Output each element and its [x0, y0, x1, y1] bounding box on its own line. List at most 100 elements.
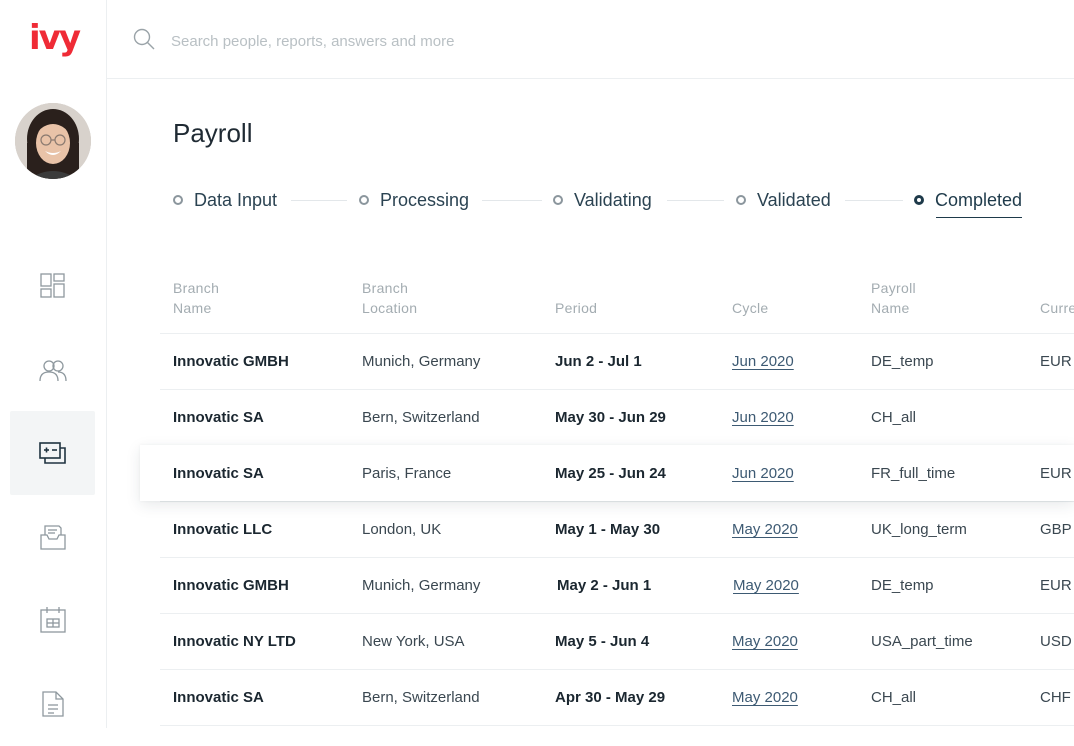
cycle-link[interactable]: Jun 2020 [732, 446, 794, 501]
nav-dashboard[interactable] [10, 244, 95, 328]
nav-documents[interactable] [10, 495, 95, 579]
cycle-link[interactable]: Jun 2020 [732, 334, 794, 389]
header-line: Branch [173, 280, 220, 296]
table-row[interactable]: Innovatic NY LTD New York, USA May 5 - J… [160, 613, 1074, 669]
step-label: Processing [380, 189, 470, 210]
cell-branch-location: Munich, Germany [362, 353, 481, 370]
nav-people[interactable] [10, 328, 95, 412]
column-header-branch-name[interactable]: Branch Name [173, 278, 219, 318]
cell-period: May 2 - Jun 1 [557, 577, 652, 594]
cell-branch-location: Bern, Switzerland [362, 409, 480, 426]
cell-currency: EUR [1040, 465, 1072, 482]
column-header-payroll-name[interactable]: Payroll Name [871, 278, 916, 318]
cell-branch-name: Innovatic GMBH [173, 577, 289, 594]
step-validating[interactable]: Validating [553, 188, 652, 212]
cell-branch-name: Innovatic SA [173, 689, 264, 706]
cell-currency: EUR [1040, 353, 1072, 370]
search-input[interactable] [171, 28, 671, 54]
cell-payroll-name: UK_long_term [871, 521, 967, 538]
payroll-table: Innovatic GMBH Munich, Germany Jun 2 - J… [140, 333, 1074, 726]
cell-branch-location: Munich, Germany [362, 577, 481, 594]
cycle-link[interactable]: May 2020 [732, 502, 798, 557]
cell-currency: GBP [1040, 521, 1072, 538]
column-header-currency[interactable]: Curre [1040, 298, 1074, 318]
step-completed[interactable]: Completed [914, 188, 1023, 218]
step-connector [291, 200, 347, 201]
cell-currency: CHF [1040, 689, 1071, 706]
documents-tray-icon [39, 525, 66, 550]
step-connector [845, 200, 903, 201]
header-line: Payroll [871, 280, 916, 296]
cell-branch-name: Innovatic GMBH [173, 353, 289, 370]
cell-payroll-name: CH_all [871, 689, 917, 706]
cell-branch-location: Paris, France [362, 465, 452, 482]
cell-period: Apr 30 - May 29 [555, 689, 666, 706]
table-row[interactable]: Innovatic GMBH Munich, Germany Jun 2 - J… [160, 333, 1074, 389]
table-row[interactable]: Innovatic SA Bern, Switzerland Apr 30 - … [160, 669, 1074, 726]
step-label: Data Input [194, 189, 278, 210]
nav-files[interactable] [10, 662, 95, 746]
cell-payroll-name: DE_temp [871, 577, 934, 594]
table-row-hovered[interactable]: Innovatic SA Paris, France May 25 - Jun … [140, 445, 1074, 501]
ivy-logo[interactable]: ivy [29, 18, 81, 58]
column-header-period[interactable]: Period [555, 298, 597, 318]
step-label: Completed [935, 189, 1023, 210]
cell-branch-location: New York, USA [362, 633, 465, 650]
sidebar: ivy [0, 0, 107, 728]
step-connector [482, 200, 542, 201]
cell-period: Jun 2 - Jul 1 [555, 353, 642, 370]
people-icon [38, 360, 67, 382]
cell-payroll-name: DE_temp [871, 353, 934, 370]
column-header-branch-location[interactable]: Branch Location [362, 278, 417, 318]
cell-branch-name: Innovatic NY LTD [173, 633, 296, 650]
cell-currency: EUR [1040, 577, 1072, 594]
cell-period: May 1 - May 30 [555, 521, 661, 538]
step-processing[interactable]: Processing [359, 188, 469, 212]
cell-branch-location: Bern, Switzerland [362, 689, 480, 706]
cell-currency: USD [1040, 633, 1072, 650]
page-title: Payroll [173, 118, 253, 148]
step-label: Validated [757, 189, 831, 210]
dashboard-icon [39, 273, 65, 298]
cell-period: May 5 - Jun 4 [555, 633, 650, 650]
cycle-link[interactable]: May 2020 [733, 558, 799, 613]
file-icon [41, 691, 64, 717]
top-bar [107, 0, 1074, 79]
payroll-status-stepper: Data Input Processing Validating Validat… [173, 188, 1073, 218]
table-row[interactable]: Innovatic GMBH Munich, Germany May 2 - J… [160, 557, 1074, 613]
cell-payroll-name: CH_all [871, 409, 917, 426]
user-avatar[interactable] [15, 103, 91, 179]
step-validated[interactable]: Validated [736, 188, 831, 212]
cell-period: May 25 - Jun 24 [555, 465, 666, 482]
header-line: Name [173, 300, 212, 316]
step-dot-icon [553, 195, 563, 205]
step-connector [667, 200, 724, 201]
cell-branch-name: Innovatic SA [173, 409, 264, 426]
header-line: Location [362, 300, 418, 316]
search-icon[interactable] [133, 28, 155, 50]
nav-payroll[interactable] [10, 411, 95, 495]
step-dot-icon [173, 195, 183, 205]
step-dot-icon [736, 195, 746, 205]
cycle-link[interactable]: May 2020 [732, 614, 798, 669]
cycle-link[interactable]: Jun 2020 [732, 390, 794, 445]
table-row[interactable]: Innovatic LLC London, UK May 1 - May 30 … [160, 501, 1074, 557]
step-data-input[interactable]: Data Input [173, 188, 277, 212]
step-label: Validating [574, 189, 652, 210]
column-header-cycle[interactable]: Cycle [732, 298, 769, 318]
cell-payroll-name: USA_part_time [871, 633, 973, 650]
table-header: Branch Name Branch Location Period Cycle… [173, 278, 1074, 318]
cycle-link[interactable]: May 2020 [732, 670, 798, 725]
header-line: Branch [362, 280, 409, 296]
table-row[interactable]: Innovatic SA Bern, Switzerland May 30 - … [160, 389, 1074, 445]
cell-payroll-name: FR_full_time [871, 465, 956, 482]
nav-calendar[interactable] [10, 578, 95, 662]
cell-branch-name: Innovatic LLC [173, 521, 273, 538]
step-dot-icon [914, 195, 924, 205]
cell-period: May 30 - Jun 29 [555, 409, 666, 426]
calendar-icon [39, 607, 66, 633]
step-dot-icon [359, 195, 369, 205]
payroll-icon [38, 442, 66, 464]
cell-branch-name: Innovatic SA [173, 465, 264, 482]
cell-branch-location: London, UK [362, 521, 442, 538]
